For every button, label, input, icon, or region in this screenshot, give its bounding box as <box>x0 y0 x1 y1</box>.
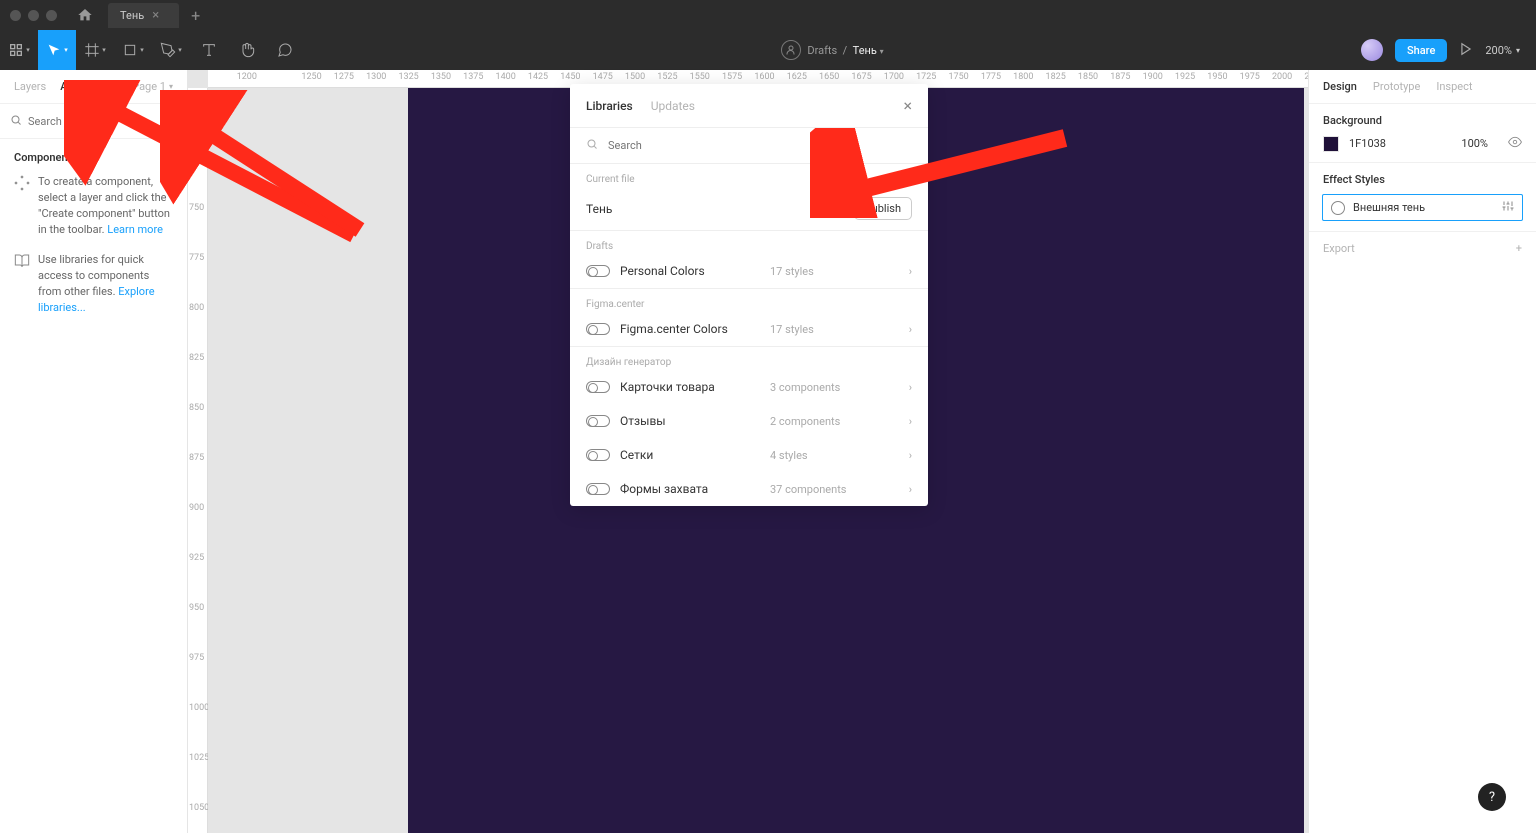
file-tab-name: Тень <box>120 9 144 22</box>
text-tool[interactable] <box>190 30 228 70</box>
library-toggle[interactable] <box>586 483 610 495</box>
library-name: Отзывы <box>620 414 760 428</box>
chevron-right-icon: › <box>909 483 912 496</box>
max-dot[interactable] <box>46 10 57 21</box>
library-meta: 4 styles <box>770 449 899 462</box>
effect-swatch-icon <box>1331 201 1345 215</box>
effect-styles-heading: Effect Styles <box>1323 173 1522 186</box>
add-export-button[interactable]: + <box>1516 242 1522 255</box>
library-name: Формы захвата <box>620 482 760 496</box>
tab-design[interactable]: Design <box>1323 80 1357 93</box>
library-meta: 17 styles <box>770 265 899 278</box>
annotation-arrow <box>160 90 380 250</box>
background-swatch[interactable] <box>1323 136 1339 152</box>
window-titlebar: Тень × + <box>0 0 1536 30</box>
component-icon <box>14 175 30 238</box>
libraries-hint-text: Use libraries for quick access to compon… <box>38 252 173 316</box>
library-toggle[interactable] <box>586 449 610 461</box>
menu-tool[interactable]: ▾ <box>0 30 38 70</box>
chevron-right-icon: › <box>909 381 912 394</box>
background-heading: Background <box>1323 114 1522 127</box>
breadcrumb-parent[interactable]: Drafts <box>807 44 837 57</box>
library-row[interactable]: Figma.center Colors 17 styles › <box>570 312 928 346</box>
library-name: Personal Colors <box>620 264 760 278</box>
share-button[interactable]: Share <box>1395 39 1447 62</box>
main-toolbar: ▾ ▾ ▾ ▾ ▾ Drafts / Тень ▾ Share 200%▾ <box>0 30 1536 70</box>
present-button[interactable] <box>1459 42 1473 59</box>
min-dot[interactable] <box>28 10 39 21</box>
library-row[interactable]: Personal Colors 17 styles › <box>570 254 928 288</box>
current-file-name: Тень <box>586 202 844 216</box>
annotation-arrow <box>810 128 1080 218</box>
export-heading: Export <box>1323 242 1355 255</box>
library-row[interactable]: Отзывы 2 components › <box>570 404 928 438</box>
user-avatar[interactable] <box>1361 39 1383 61</box>
library-meta: 3 components <box>770 381 899 394</box>
modal-close-button[interactable]: × <box>903 96 912 115</box>
library-toggle[interactable] <box>586 381 610 393</box>
frame-tool[interactable]: ▾ <box>76 30 114 70</box>
library-name: Сетки <box>620 448 760 462</box>
effect-style-name: Внешняя тень <box>1353 201 1425 214</box>
modal-tab-libraries[interactable]: Libraries <box>586 99 633 113</box>
background-hex[interactable]: 1F1038 <box>1349 137 1409 150</box>
group-design-generator: Дизайн генератор <box>570 347 928 370</box>
library-toggle[interactable] <box>586 415 610 427</box>
move-tool[interactable]: ▾ <box>38 30 76 70</box>
breadcrumb-current[interactable]: Тень <box>853 44 877 57</box>
background-opacity[interactable]: 100% <box>1461 137 1488 150</box>
hand-tool[interactable] <box>228 30 266 70</box>
chevron-right-icon: › <box>909 323 912 336</box>
zoom-level[interactable]: 200%▾ <box>1485 44 1520 57</box>
adjust-icon[interactable] <box>1502 200 1514 215</box>
breadcrumb[interactable]: Drafts / Тень ▾ <box>807 44 883 57</box>
tab-inspect[interactable]: Inspect <box>1436 80 1472 93</box>
modal-tab-updates[interactable]: Updates <box>651 99 695 113</box>
chevron-right-icon: › <box>909 415 912 428</box>
group-figma-center: Figma.center <box>570 289 928 312</box>
library-meta: 17 styles <box>770 323 899 336</box>
library-row[interactable]: Формы захвата 37 components › <box>570 472 928 506</box>
comment-tool[interactable] <box>266 30 304 70</box>
library-toggle[interactable] <box>586 323 610 335</box>
home-icon[interactable] <box>77 7 93 23</box>
shape-tool[interactable]: ▾ <box>114 30 152 70</box>
pen-tool[interactable]: ▾ <box>152 30 190 70</box>
book-icon <box>14 253 30 316</box>
new-tab-button[interactable]: + <box>191 6 200 25</box>
library-row[interactable]: Сетки 4 styles › <box>570 438 928 472</box>
help-button[interactable]: ? <box>1478 783 1506 811</box>
search-icon <box>10 114 22 129</box>
chevron-right-icon: › <box>909 265 912 278</box>
close-dot[interactable] <box>10 10 21 21</box>
group-drafts: Drafts <box>570 231 928 254</box>
tab-prototype[interactable]: Prototype <box>1373 80 1420 93</box>
file-tab[interactable]: Тень × <box>108 3 179 28</box>
library-name: Figma.center Colors <box>620 322 760 336</box>
library-row[interactable]: Карточки товара 3 components › <box>570 370 928 404</box>
search-icon <box>586 138 598 153</box>
library-meta: 37 components <box>770 483 899 496</box>
library-name: Карточки товара <box>620 380 760 394</box>
library-toggle[interactable] <box>586 265 610 277</box>
right-panel: Design Prototype Inspect Background 1F10… <box>1308 70 1536 833</box>
chevron-right-icon: › <box>909 449 912 462</box>
close-icon[interactable]: × <box>152 8 159 23</box>
owner-avatar-icon <box>781 40 801 60</box>
visibility-icon[interactable] <box>1508 135 1522 152</box>
traffic-lights <box>10 10 57 21</box>
effect-style-item[interactable]: Внешняя тень <box>1322 194 1523 221</box>
tab-layers[interactable]: Layers <box>14 80 46 93</box>
library-meta: 2 components <box>770 415 899 428</box>
